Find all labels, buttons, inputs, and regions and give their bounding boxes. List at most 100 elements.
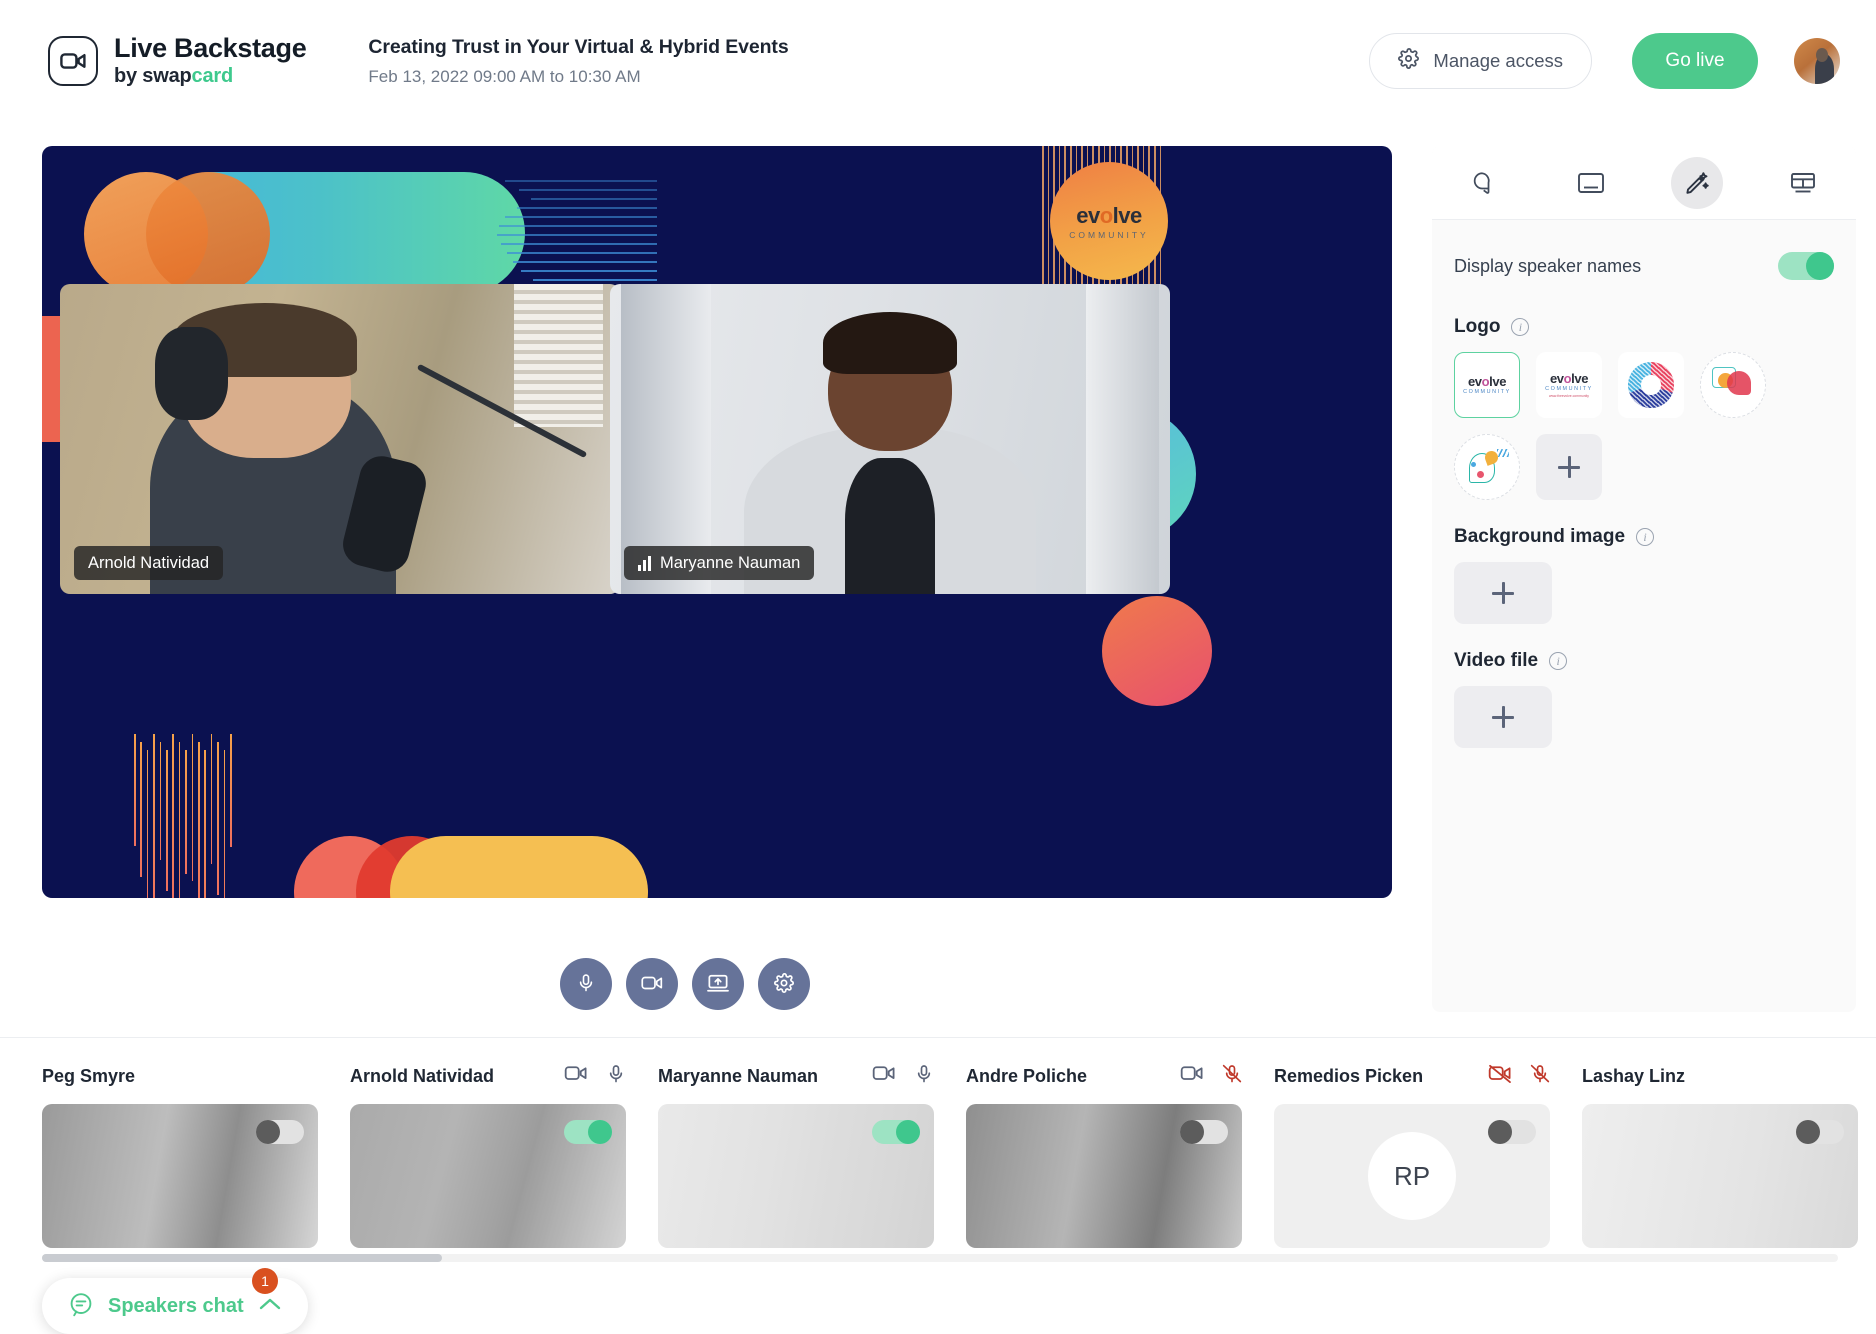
speaker-name: Lashay Linz bbox=[1582, 1065, 1686, 1086]
deco-yellow-pill bbox=[390, 836, 648, 898]
stage-speaker-tag: Arnold Natividad bbox=[74, 546, 224, 580]
speaker-card-header: Arnold Natividad bbox=[350, 1060, 626, 1092]
share-screen-button[interactable] bbox=[692, 958, 744, 1010]
speaker-onstage-toggle[interactable] bbox=[1488, 1120, 1536, 1144]
speaker-name: Arnold Natividad bbox=[350, 1065, 495, 1086]
session-title: Creating Trust in Your Virtual & Hybrid … bbox=[368, 35, 789, 58]
logo-section-title: Logo bbox=[1454, 316, 1501, 337]
microphone-icon[interactable] bbox=[1530, 1063, 1550, 1090]
microphone-icon[interactable] bbox=[1222, 1063, 1242, 1090]
logo-community-text: COMMUNITY bbox=[1545, 385, 1593, 392]
live-backstage-icon bbox=[48, 36, 98, 86]
speaker-onstage-toggle[interactable] bbox=[564, 1120, 612, 1144]
speaker-name: Remedios Picken bbox=[1274, 1065, 1424, 1086]
info-icon[interactable]: i bbox=[1549, 652, 1568, 670]
deco-vertical-lines-left bbox=[134, 734, 254, 898]
manage-access-button[interactable]: Manage access bbox=[1369, 33, 1592, 89]
logo-option-speech-bubbles[interactable] bbox=[1700, 352, 1766, 418]
speaker-strip-scrollbar[interactable] bbox=[42, 1254, 1838, 1262]
user-avatar[interactable] bbox=[1794, 38, 1840, 84]
info-icon[interactable]: i bbox=[1511, 318, 1530, 336]
add-logo-button[interactable] bbox=[1536, 434, 1602, 500]
speakers-chat-label: Speakers chat bbox=[108, 1294, 244, 1317]
speakers-chat-unread-badge: 1 bbox=[252, 1268, 278, 1294]
add-background-image-button[interactable] bbox=[1454, 562, 1552, 624]
brand-title: Live Backstage bbox=[114, 33, 307, 64]
microphone-button[interactable] bbox=[560, 958, 612, 1010]
speaker-name: Andre Poliche bbox=[966, 1065, 1088, 1086]
go-live-button[interactable]: Go live bbox=[1632, 33, 1758, 89]
audio-level-icon bbox=[638, 555, 651, 571]
tab-layout[interactable] bbox=[1538, 157, 1644, 209]
speaker-name: Peg Smyre bbox=[42, 1065, 136, 1086]
speaker-media-icons bbox=[1180, 1063, 1242, 1090]
gear-icon bbox=[1398, 48, 1420, 74]
layout-icon bbox=[1565, 157, 1617, 209]
header-actions: Manage access Go live bbox=[1369, 33, 1840, 89]
deco-orange-circle-b bbox=[146, 172, 270, 296]
microphone-icon[interactable] bbox=[914, 1063, 934, 1090]
speaker-card[interactable]: Maryanne Nauman bbox=[658, 1060, 934, 1248]
deco-horizontal-lines bbox=[497, 174, 657, 296]
camera-icon[interactable] bbox=[872, 1064, 896, 1088]
logo-option-striped-ring[interactable] bbox=[1618, 352, 1684, 418]
speaker-media-icons bbox=[1488, 1063, 1550, 1090]
scrollbar-thumb[interactable] bbox=[42, 1254, 442, 1262]
speaker-onstage-toggle[interactable] bbox=[1796, 1120, 1844, 1144]
speaker-card[interactable]: Arnold Natividad bbox=[350, 1060, 626, 1248]
camera-icon bbox=[641, 974, 663, 995]
add-video-file-button[interactable] bbox=[1454, 686, 1552, 748]
speaker-card[interactable]: Peg Smyre bbox=[42, 1060, 318, 1248]
speaker-thumbnail[interactable] bbox=[658, 1104, 934, 1248]
tab-chat[interactable] bbox=[1432, 157, 1538, 209]
settings-button[interactable] bbox=[758, 958, 810, 1010]
video-section-header: Video file i bbox=[1454, 650, 1834, 672]
speaker-card[interactable]: Andre Poliche bbox=[966, 1060, 1242, 1248]
logo-section-header: Logo i bbox=[1454, 316, 1834, 338]
speaker-thumbnail[interactable] bbox=[42, 1104, 318, 1248]
logo-thumb: evolve COMMUNITY www.theevolve.community bbox=[1545, 370, 1593, 398]
grid-icon bbox=[1777, 157, 1829, 209]
display-speaker-names-toggle[interactable] bbox=[1778, 252, 1834, 280]
logo-option-evolve-community-url[interactable]: evolve COMMUNITY www.theevolve.community bbox=[1536, 352, 1602, 418]
speaker-thumbnail[interactable]: RP bbox=[1274, 1104, 1550, 1248]
stage-speaker-name: Arnold Natividad bbox=[88, 553, 210, 572]
background-section-title: Background image bbox=[1454, 526, 1626, 547]
stage-speaker-name: Maryanne Nauman bbox=[660, 553, 801, 572]
microphone-icon[interactable] bbox=[606, 1063, 626, 1090]
chat-bubble-icon bbox=[1459, 157, 1511, 209]
camera-icon[interactable] bbox=[564, 1064, 588, 1088]
logo-option-head-idea[interactable] bbox=[1454, 434, 1520, 500]
tab-grid[interactable] bbox=[1750, 157, 1856, 209]
speaker-thumbnail[interactable] bbox=[350, 1104, 626, 1248]
speaker-onstage-toggle[interactable] bbox=[872, 1120, 920, 1144]
brand-logo: Live Backstage by swapcard bbox=[48, 33, 307, 87]
speaker-onstage-toggle[interactable] bbox=[256, 1120, 304, 1144]
panel-content: Display speaker names Logo i evolve COMM… bbox=[1432, 220, 1856, 748]
stage-tile-arnold[interactable]: Arnold Natividad bbox=[60, 284, 620, 594]
logo-option-evolve-community-boxed[interactable]: evolve COMMUNITY bbox=[1454, 352, 1520, 418]
brand-sub-prefix: by swap bbox=[114, 64, 192, 87]
chat-icon bbox=[68, 1291, 94, 1322]
info-icon[interactable]: i bbox=[1636, 528, 1655, 546]
speaker-card-header: Peg Smyre bbox=[42, 1060, 318, 1092]
brand-sub-tail: card bbox=[191, 64, 234, 87]
avatar-initials: RP bbox=[1368, 1132, 1456, 1220]
speaker-card-header: Maryanne Nauman bbox=[658, 1060, 934, 1092]
camera-icon[interactable] bbox=[1488, 1064, 1512, 1088]
stage-tile-maryanne[interactable]: Maryanne Nauman bbox=[610, 284, 1170, 594]
camera-icon[interactable] bbox=[1180, 1064, 1204, 1088]
speaker-card[interactable]: Remedios Picken RP bbox=[1274, 1060, 1550, 1248]
share-screen-icon bbox=[707, 973, 729, 996]
display-speaker-names-label: Display speaker names bbox=[1454, 255, 1642, 276]
display-speaker-names-row: Display speaker names bbox=[1454, 242, 1834, 290]
speaker-media-icons bbox=[564, 1063, 626, 1090]
camera-button[interactable] bbox=[626, 958, 678, 1010]
speaker-card[interactable]: Lashay Linz bbox=[1582, 1060, 1858, 1248]
speaker-thumbnail[interactable] bbox=[1582, 1104, 1858, 1248]
speaker-thumbnail[interactable] bbox=[966, 1104, 1242, 1248]
speaker-onstage-toggle[interactable] bbox=[1180, 1120, 1228, 1144]
speaker-media-icons bbox=[872, 1063, 934, 1090]
speaker-card-header: Andre Poliche bbox=[966, 1060, 1242, 1092]
tab-branding[interactable] bbox=[1644, 156, 1750, 209]
